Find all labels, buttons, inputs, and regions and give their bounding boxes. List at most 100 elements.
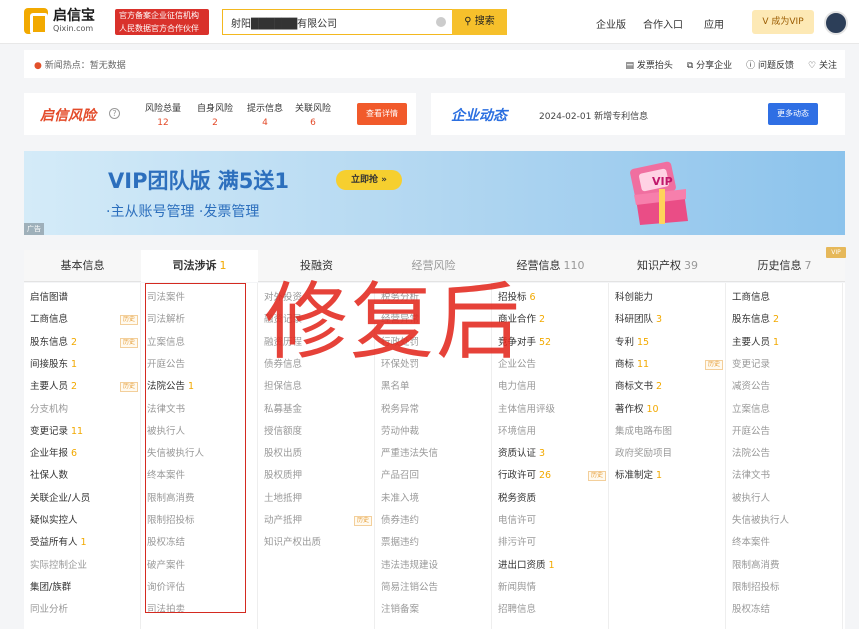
module-item[interactable]: 减资公告 [732,376,840,398]
history-badge[interactable]: 历史 [587,471,606,482]
module-item[interactable]: 知识产权出质 [264,532,372,554]
module-item[interactable]: 简易注销公告 [381,577,489,599]
module-item[interactable]: 严重违法失信 [381,443,489,465]
module-item[interactable]: 动产抵押 历史 [264,510,372,532]
module-item[interactable]: 新闻舆情 [498,577,606,599]
history-badge[interactable]: 历史 [704,359,723,370]
clear-icon[interactable] [436,17,446,27]
module-item[interactable]: 产品召回 [381,465,489,487]
module-item[interactable]: 进出口资质 1 [498,555,606,577]
dynamics-latest[interactable]: 2024-02-01 新增专利信息 [539,109,648,122]
module-item[interactable]: 债券违约 [381,510,489,532]
module-item[interactable]: 票据违约 [381,532,489,554]
module-item[interactable]: 股权冻结 [732,599,840,621]
module-item[interactable]: 社保人数 [30,465,138,487]
user-avatar[interactable] [824,11,848,35]
module-item[interactable]: 担保信息 [264,376,372,398]
module-item[interactable]: 疑似实控人 [30,510,138,532]
feedback-button[interactable]: ⓘ 问题反馈 [746,58,794,71]
module-item[interactable]: 限制招投标 [732,577,840,599]
module-item[interactable]: 关联企业/人员 [30,488,138,510]
follow-button[interactable]: ♡ 关注 [808,58,837,71]
module-item[interactable]: 失信被执行人 [732,510,840,532]
module-item[interactable]: 标准制定 1 [615,465,723,487]
tab-intellectual-property[interactable]: 知识产权 39 [609,250,726,282]
module-item[interactable]: 变更记录 11 [30,421,138,443]
module-item[interactable]: 主体信用评级 [498,399,606,421]
module-item[interactable]: 变更记录 [732,354,840,376]
module-item[interactable]: 企业年报 6 [30,443,138,465]
module-item[interactable]: 股东信息 2 历史 [30,332,138,354]
module-item[interactable]: 分支机构 [30,399,138,421]
module-item[interactable]: 税务资质 [498,488,606,510]
module-item[interactable]: 科创能力 [615,287,723,309]
module-item[interactable]: 未准入境 [381,488,489,510]
module-item[interactable]: 法院公告 [732,443,840,465]
module-item[interactable]: 股权质押 [264,465,372,487]
vip-promo-banner[interactable]: VIP团队版 满5送1 立即抢 » ·主从账号管理 ·发票管理 VIP 广告 [24,151,845,235]
module-item[interactable]: 股权出质 [264,443,372,465]
module-item[interactable]: 私募基金 [264,399,372,421]
nav-enterprise-edition[interactable]: 企业版 [596,16,626,31]
module-item[interactable]: 招聘信息 [498,599,606,621]
module-item[interactable]: 商标 11 历史 [615,354,723,376]
module-item[interactable]: 实际控制企业 [30,555,138,577]
module-item[interactable]: 资质认证 3 [498,443,606,465]
search-button[interactable]: ⚲ 搜索 [452,9,507,35]
module-item[interactable]: 间接股东 1 [30,354,138,376]
module-item[interactable]: 主要人员 1 [732,332,840,354]
help-icon[interactable]: ? [109,108,120,119]
module-item[interactable]: 电力信用 [498,376,606,398]
invoice-title-button[interactable]: ▤ 发票抬头 [625,58,672,71]
module-item[interactable]: 同业分析 [30,599,138,621]
module-item[interactable]: 法律文书 [732,465,840,487]
module-item[interactable]: 被执行人 [732,488,840,510]
tab-basic-info[interactable]: 基本信息 [24,250,141,282]
search-input[interactable] [223,10,423,34]
history-badge[interactable]: 历史 [119,315,138,326]
history-badge[interactable]: 历史 [119,382,138,393]
risk-total[interactable]: 风险总量 12 [140,101,186,128]
module-item[interactable]: 著作权 10 [615,399,723,421]
risk-related[interactable]: 关联风险 6 [290,101,336,128]
tab-judicial[interactable]: 司法涉诉 1 [141,250,258,282]
module-item[interactable]: 工商信息 历史 [30,309,138,331]
module-item[interactable]: 劳动仲裁 [381,421,489,443]
module-item[interactable]: 股东信息 2 [732,309,840,331]
nav-partner-entry[interactable]: 合作入口 [643,16,683,31]
module-item[interactable]: 黑名单 [381,376,489,398]
module-item[interactable]: 启信图谱 [30,287,138,309]
module-item[interactable]: 集团/族群 [30,577,138,599]
module-item[interactable]: 违法违规建设 [381,555,489,577]
module-item[interactable]: 行政许可 26 历史 [498,465,606,487]
module-item[interactable]: 税务异常 [381,399,489,421]
module-item[interactable]: 限制高消费 [732,555,840,577]
module-item[interactable]: 电信许可 [498,510,606,532]
module-item[interactable]: 主要人员 2 历史 [30,376,138,398]
module-item[interactable]: 土地抵押 [264,488,372,510]
module-item[interactable]: 工商信息 [732,287,840,309]
history-badge[interactable]: 历史 [353,516,372,526]
become-vip-button[interactable]: V 成为VIP [752,10,814,34]
module-item[interactable]: 科研团队 3 [615,309,723,331]
more-dynamics-button[interactable]: 更多动态 [768,103,818,125]
module-item[interactable]: 专利 15 [615,332,723,354]
module-item[interactable]: 受益所有人 1 [30,532,138,554]
share-company-button[interactable]: ⧉ 分享企业 [687,58,732,71]
module-item[interactable]: 授信额度 [264,421,372,443]
module-item[interactable]: 商标文书 2 [615,376,723,398]
module-item[interactable]: 注销备案 [381,599,489,621]
risk-self[interactable]: 自身风险 2 [192,101,238,128]
module-item[interactable]: 终本案件 [732,532,840,554]
banner-cta-button[interactable]: 立即抢 » [336,170,402,190]
module-item[interactable]: 集成电路布图 [615,421,723,443]
qixin-logo[interactable]: 启信宝 Qixin.com [24,8,95,35]
module-item[interactable]: 排污许可 [498,532,606,554]
module-item[interactable]: 开庭公告 [732,421,840,443]
risk-hints[interactable]: 提示信息 4 [242,101,288,128]
module-item[interactable]: 立案信息 [732,399,840,421]
history-badge[interactable]: 历史 [119,337,138,348]
module-item[interactable]: 政府奖励项目 [615,443,723,465]
nav-apps[interactable]: 应用 [704,16,724,31]
view-risk-details-button[interactable]: 查看详情 [357,103,407,125]
